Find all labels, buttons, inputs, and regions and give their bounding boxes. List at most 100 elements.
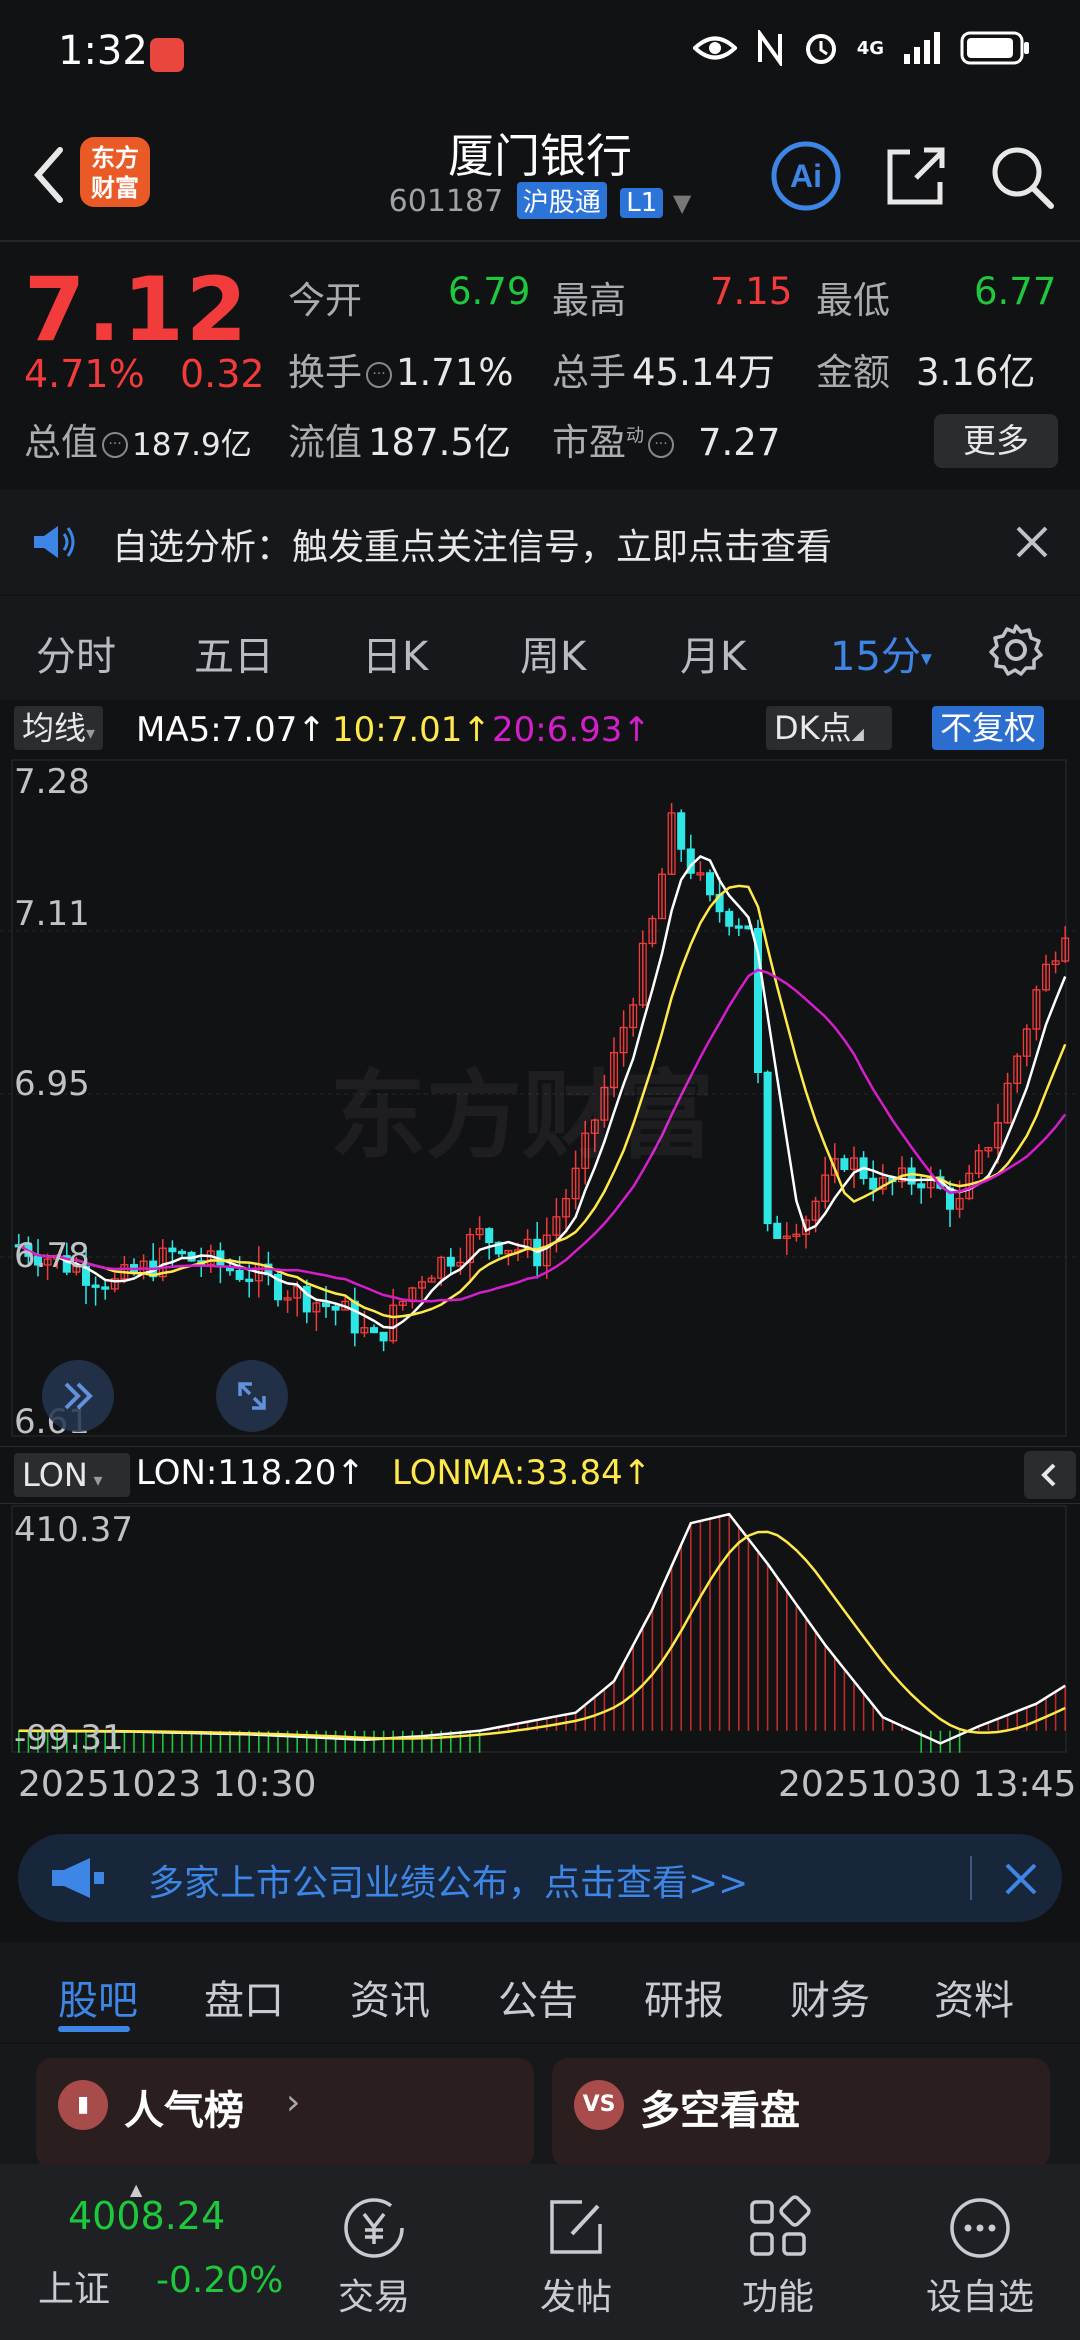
tab-pankou[interactable]: 盘口: [204, 1968, 284, 2026]
tab-weekly-k[interactable]: 周K: [520, 624, 586, 682]
dropdown-caret-icon: ▾: [920, 646, 932, 672]
quote-high: 最高: [552, 279, 626, 322]
megaphone-icon: [52, 1858, 104, 1898]
tab-daily-k[interactable]: 日K: [362, 624, 428, 682]
close-icon[interactable]: [1004, 1862, 1038, 1896]
lon-value: LON:118.20↑: [136, 1453, 365, 1493]
status-time: 1:32: [58, 28, 148, 74]
nav-label: 交易: [337, 2277, 410, 2318]
candle-body: [369, 1327, 379, 1334]
lon-chart[interactable]: 410.37 -99.31: [0, 1504, 1080, 1758]
info-icon[interactable]: ···: [648, 431, 674, 458]
battery-icon: [960, 31, 1029, 65]
ma-indicator-bar: 均线▾ MA5:7.07↑ 10:7.01↑ 20:6.93↑ DK点◢ 不复权: [0, 702, 1080, 754]
pct-change: 4.71%: [24, 352, 145, 396]
card-title: 人气榜: [124, 2088, 244, 2134]
chart-frame: [11, 1505, 1067, 1753]
tab-announcements[interactable]: 公告: [498, 1968, 578, 2026]
active-tab-indicator: [58, 2026, 130, 2032]
adjust-toggle[interactable]: 不复权: [932, 706, 1045, 750]
nav-watchlist[interactable]: 设自选: [910, 2164, 1050, 2340]
ai-assistant-icon[interactable]: Ai: [770, 140, 842, 212]
candle-body: [725, 910, 734, 927]
nav-post[interactable]: 发帖: [506, 2164, 646, 2340]
candlestick-chart[interactable]: 7.28 7.11 6.95 6.78 6.61 东方财富: [0, 758, 1080, 1442]
end-date: 20251030 13:45: [778, 1764, 1077, 1805]
watermark: 东方财富: [330, 1060, 714, 1172]
lon-selector[interactable]: LON ▾: [14, 1453, 130, 1497]
promo-banner[interactable]: 多家上市公司业绩公布，点击查看>>: [18, 1834, 1062, 1922]
price-change: 0.32: [180, 352, 265, 396]
index-ticker[interactable]: ▲ 4008.24 上证 -0.20%: [0, 2164, 300, 2340]
quote-amount: 金额 3.16亿: [816, 351, 1036, 394]
quote-low: 最低: [816, 279, 890, 322]
signal-icon: [904, 32, 940, 64]
dk-point-toggle[interactable]: DK点◢: [766, 706, 892, 750]
double-chevron-icon: [64, 1382, 93, 1410]
tab-research[interactable]: 研报: [644, 1968, 724, 2026]
lon-svg: [11, 1505, 1067, 1753]
close-icon[interactable]: [1014, 524, 1050, 560]
quote-panel: 7.12 4.71% 0.32 今开 6.79 最高 7.15 最低 6.77 …: [0, 242, 1080, 490]
nav-label: 功能: [741, 2277, 814, 2318]
candle-body: [91, 1284, 100, 1288]
collapse-button[interactable]: [1024, 1451, 1076, 1499]
level-tag: L1: [620, 188, 664, 218]
search-icon[interactable]: [985, 140, 1057, 212]
quote-open-label: 今开: [288, 279, 362, 322]
gear-icon[interactable]: [988, 622, 1044, 678]
quote-turnover: 换手 ··· 1.71%: [288, 351, 514, 394]
time-axis: 20251023 10:30 20251030 13:45: [0, 1758, 1080, 1808]
lon-y-tick: 410.37: [14, 1510, 133, 1550]
quote-volume: 总手 45.14万: [552, 351, 775, 394]
tab-guba[interactable]: 股吧: [58, 1968, 138, 2026]
nav-label: 设自选: [925, 2277, 1034, 2318]
bull-bear-card[interactable]: VS 多空看盘: [552, 2058, 1050, 2168]
tab-profile[interactable]: 资料: [934, 1968, 1014, 2026]
candle-body: [321, 1302, 331, 1308]
network-type: 4G: [856, 37, 884, 59]
feature-cards: ▮ 人气榜 › VS 多空看盘: [0, 2044, 1080, 2168]
vs-icon: VS: [574, 2080, 624, 2130]
chevron-left-icon: [1041, 1463, 1056, 1487]
stock-header: 东方财富 厦门银行 601187 沪股通 L1 ▼ Ai: [0, 110, 1080, 240]
ma20-label: 20:6.93↑: [492, 710, 651, 750]
connect-tag: 沪股通: [516, 182, 607, 219]
lonma-value: LONMA:33.84↑: [392, 1453, 652, 1493]
info-icon[interactable]: ···: [366, 361, 392, 388]
tab-five-day[interactable]: 五日: [194, 624, 274, 682]
ma-selector[interactable]: 均线▾: [14, 706, 104, 750]
tab-intraday[interactable]: 分时: [36, 624, 116, 682]
edit-icon: [550, 2200, 602, 2254]
share-icon[interactable]: [880, 140, 952, 212]
grid-icon: [750, 2195, 811, 2256]
fullscreen-button[interactable]: [216, 1360, 288, 1432]
y-tick: 7.28: [14, 762, 90, 802]
candle-body: [446, 1256, 455, 1267]
tab-news[interactable]: 资讯: [350, 1968, 430, 2026]
candle-body: [485, 1228, 494, 1244]
expand-left-button[interactable]: [42, 1360, 114, 1432]
ma5-label: MA5:7.07↑: [136, 710, 326, 750]
notice-banner[interactable]: 自选分析：触发重点关注信号，立即点击查看: [0, 490, 1080, 594]
section-tabs: 股吧 盘口 资讯 公告 研报 财务 资料: [0, 1942, 1080, 2042]
chevron-right-icon: ›: [286, 2082, 301, 2123]
lon-indicator-bar: LON ▾ LON:118.20↑ LONMA:33.84↑: [0, 1446, 1080, 1504]
candle-body: [245, 1278, 254, 1282]
candle-body: [177, 1250, 187, 1255]
quote-pe: 市盈动 ··· 7.27: [552, 421, 781, 464]
popularity-card[interactable]: ▮ 人气榜 ›: [36, 2058, 534, 2168]
lon-y-tick: -99.31: [14, 1718, 124, 1758]
yen-icon: [344, 2198, 404, 2258]
info-icon[interactable]: ···: [102, 431, 128, 458]
y-tick: 6.95: [14, 1064, 90, 1104]
nav-functions[interactable]: 功能: [708, 2164, 848, 2340]
tab-finance[interactable]: 财务: [790, 1968, 870, 2026]
tab-15min[interactable]: 15分▾: [830, 624, 932, 682]
tab-monthly-k[interactable]: 月K: [680, 624, 746, 682]
card-title: 多空看盘: [640, 2088, 800, 2134]
more-dots-icon: [950, 2198, 1010, 2258]
dropdown-caret-icon[interactable]: ▼: [673, 189, 691, 217]
nav-trade[interactable]: 交易: [304, 2164, 444, 2340]
more-button[interactable]: 更多: [934, 414, 1058, 468]
